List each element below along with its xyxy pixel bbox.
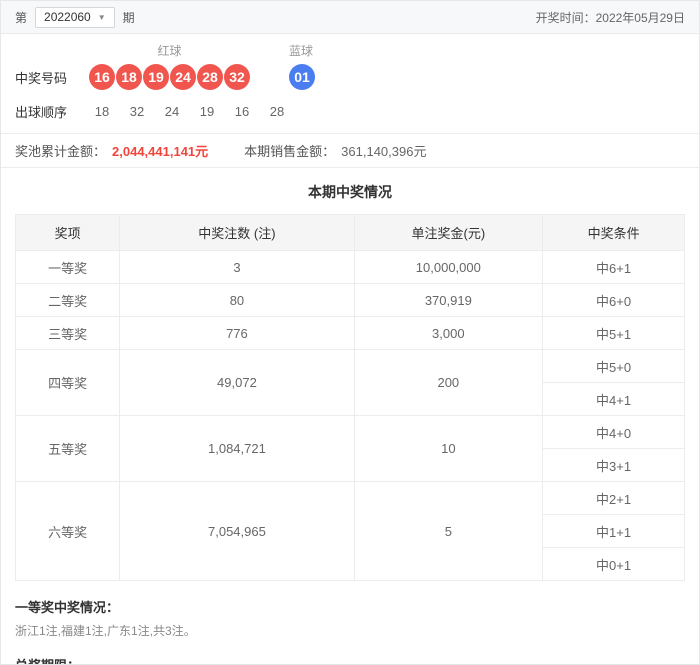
red-ball: 18 [116, 64, 142, 90]
prize-cell: 三等奖 [14, 316, 121, 350]
col-header-condition: 中奖条件 [542, 214, 685, 251]
draw-order-number: 18 [94, 104, 110, 119]
condition-cell: 中0+1 [542, 547, 685, 581]
draw-time-label: 开奖时间： [535, 10, 596, 25]
prize-table-title: 本期中奖情况 [308, 184, 392, 200]
table-row: 二等奖 80 370,919 中6+0 [14, 283, 685, 317]
red-ball: 24 [170, 64, 196, 90]
prize-table-header-row: 奖项 中奖注数 (注) 单注奖金(元) 中奖条件 [14, 214, 685, 251]
col-header-prize: 奖项 [14, 214, 121, 251]
amount-cell: 10,000,000 [353, 250, 544, 284]
red-ball: 28 [197, 64, 223, 90]
pool-amount-label: 奖池累计金额： [15, 144, 107, 159]
condition-cell: 中6+0 [542, 283, 685, 317]
first-prize-note-title: 一等奖中奖情况： [15, 600, 120, 615]
period-suffix-label: 期 [122, 10, 135, 25]
draw-time: 开奖时间：2022年05月29日 [536, 9, 685, 26]
amounts-row: 奖池累计金额： 2,044,441,141元 本期销售金额： 361,140,3… [1, 133, 699, 168]
amount-cell: 370,919 [353, 283, 544, 317]
draw-order-label: 出球顺序 [15, 105, 68, 120]
amount-cell: 5 [353, 481, 544, 581]
prize-table-section: 本期中奖情况 奖项 中奖注数 (注) 单注奖金(元) 中奖条件 一等奖 3 10… [1, 168, 699, 581]
prize-cell: 一等奖 [14, 250, 121, 284]
chevron-down-icon: ▼ [97, 12, 106, 22]
table-row: 五等奖 1,084,721 10 中4+0 [14, 415, 685, 482]
condition-cell: 中6+1 [542, 250, 685, 284]
sales-amount-value: 361,140,396元 [341, 144, 427, 159]
count-cell: 49,072 [119, 349, 355, 416]
ball-group-labels: 红球 蓝球 [15, 42, 685, 58]
lottery-result-panel: 第 2022060 ▼ 期 开奖时间：2022年05月29日 红球 蓝球 中奖号… [0, 0, 700, 665]
ball-list: 16 18 19 24 28 32 01 [89, 64, 315, 90]
period-selector-group: 第 2022060 ▼ 期 [15, 6, 135, 28]
draw-order-number: 32 [129, 104, 145, 119]
draw-order-number: 24 [164, 104, 180, 119]
count-cell: 7,054,965 [119, 481, 355, 581]
condition-cell: 中2+1 [542, 481, 685, 515]
prize-cell: 二等奖 [14, 283, 121, 317]
pool-amount-value: 2,044,441,141元 [112, 144, 209, 159]
first-prize-note-body: 浙江1注,福建1注,广东1注,共3注。 [15, 624, 196, 638]
winning-numbers-section: 红球 蓝球 中奖号码 16 18 19 24 28 32 01 出球顺序 18 … [1, 34, 699, 133]
count-cell: 80 [119, 283, 355, 317]
condition-cell: 中5+0 [542, 349, 685, 383]
table-row: 四等奖 49,072 200 中5+0 [14, 349, 685, 416]
amount-cell: 200 [353, 349, 544, 416]
count-cell: 776 [119, 316, 355, 350]
blue-ball: 01 [289, 64, 315, 90]
draw-order-number: 28 [269, 104, 285, 119]
table-row: 六等奖 7,054,965 5 中2+1 [14, 481, 685, 581]
condition-cell: 中4+1 [542, 382, 685, 416]
condition-cell: 中3+1 [542, 448, 685, 482]
blue-ball-group-label: 蓝球 [288, 43, 313, 58]
draw-order-number: 19 [199, 104, 215, 119]
prize-table: 奖项 中奖注数 (注) 单注奖金(元) 中奖条件 一等奖 3 10,000,00… [14, 214, 685, 581]
condition-cell: 中4+0 [542, 415, 685, 449]
period-prefix-label: 第 [15, 10, 28, 25]
draw-time-value: 2022年05月29日 [595, 10, 685, 25]
amount-cell: 3,000 [353, 316, 544, 350]
notes-section: 一等奖中奖情况： 浙江1注,福建1注,广东1注,共3注。 兑奖期限： 双色球兑奖… [1, 581, 699, 664]
prize-cell: 五等奖 [14, 415, 121, 482]
draw-order-number: 16 [234, 104, 250, 119]
count-cell: 3 [119, 250, 355, 284]
prize-cell: 六等奖 [14, 481, 121, 581]
red-ball: 19 [143, 64, 169, 90]
prize-cell: 四等奖 [14, 349, 121, 416]
col-header-amount: 单注奖金(元) [353, 214, 544, 251]
red-ball-group-label: 红球 [157, 43, 182, 58]
sales-amount-label: 本期销售金额： [244, 144, 336, 159]
red-ball: 32 [224, 64, 250, 90]
table-row: 三等奖 776 3,000 中5+1 [14, 316, 685, 350]
period-select-value: 2022060 [44, 10, 91, 24]
draw-order-row: 出球顺序 18 32 24 19 16 28 [15, 102, 685, 121]
amount-cell: 10 [353, 415, 544, 482]
red-ball: 16 [89, 64, 115, 90]
condition-cell: 中1+1 [542, 514, 685, 548]
col-header-count: 中奖注数 (注) [119, 214, 355, 251]
period-select[interactable]: 2022060 ▼ [35, 6, 115, 28]
topbar: 第 2022060 ▼ 期 开奖时间：2022年05月29日 [1, 1, 699, 34]
condition-cell: 中5+1 [542, 316, 685, 350]
count-cell: 1,084,721 [119, 415, 355, 482]
redeem-note-title: 兑奖期限： [15, 655, 685, 664]
winning-numbers-label: 中奖号码 [15, 70, 68, 86]
winning-numbers-row: 中奖号码 16 18 19 24 28 32 01 [15, 64, 685, 90]
table-row: 一等奖 3 10,000,000 中6+1 [14, 250, 685, 284]
